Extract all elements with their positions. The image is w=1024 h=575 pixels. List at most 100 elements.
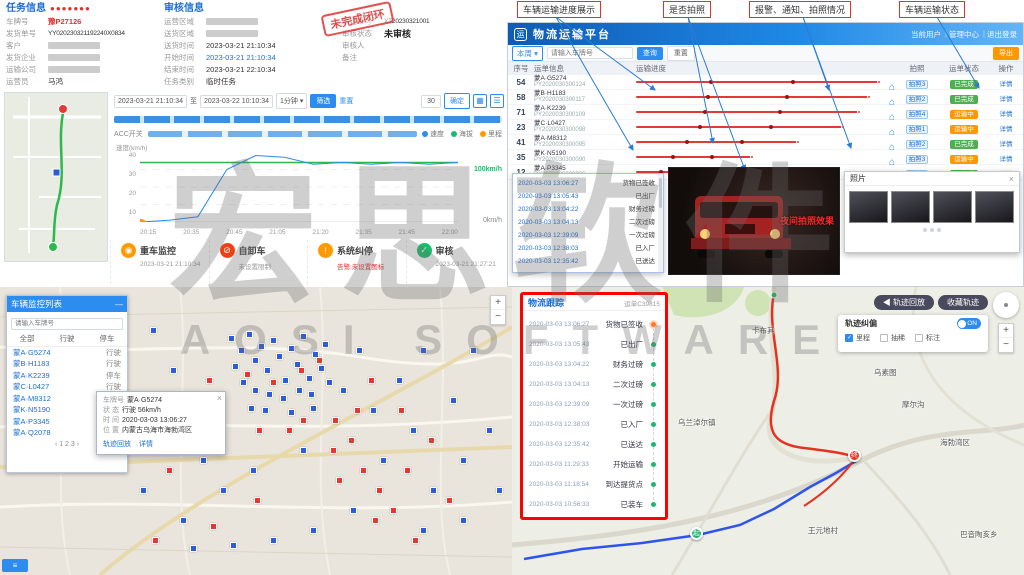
vehicle-marker[interactable] xyxy=(460,517,467,524)
vehicle-marker[interactable] xyxy=(282,377,289,384)
legend-item[interactable]: 里程 xyxy=(480,129,502,139)
detail-link[interactable]: 详情 xyxy=(1000,126,1013,133)
vehicle-marker[interactable] xyxy=(428,437,435,444)
vehicle-tab[interactable]: 停车 xyxy=(87,332,127,346)
option-checkbox[interactable]: 标注 xyxy=(915,333,940,343)
vehicle-marker[interactable] xyxy=(166,467,173,474)
vehicle-marker[interactable] xyxy=(276,353,283,360)
status-item[interactable]: ✓ 审核 2023-03-21 21:27:21 xyxy=(406,240,505,284)
route-end-marker[interactable]: 终 xyxy=(848,449,861,462)
vehicle-marker[interactable] xyxy=(230,542,237,549)
vehicle-plate-link[interactable]: 蒙A·M8312 xyxy=(13,394,51,404)
vehicle-marker[interactable] xyxy=(340,387,347,394)
vehicle-marker[interactable] xyxy=(300,417,307,424)
vehicle-marker[interactable] xyxy=(254,497,261,504)
timeline-entry[interactable]: 2020-03-03 13:05:43 已出厂 xyxy=(523,334,665,354)
vehicle-tab[interactable]: 行驶 xyxy=(47,332,87,346)
timeline-entry[interactable]: 2020-03-03 12:38:03 已入厂 xyxy=(523,414,665,434)
vehicle-marker[interactable] xyxy=(410,427,417,434)
photo-thumbnail[interactable] xyxy=(933,191,972,223)
detail-link[interactable]: 详情 xyxy=(1000,156,1013,163)
vehicle-marker[interactable] xyxy=(300,333,307,340)
tooltip-link[interactable]: 详情 xyxy=(139,439,153,449)
vehicle-marker[interactable] xyxy=(266,391,273,398)
timeline-entry[interactable]: 2020-03-03 11:29:33 开始运输 xyxy=(523,454,665,474)
detail-link[interactable]: 详情 xyxy=(1000,141,1013,148)
collapse-icon[interactable]: — xyxy=(115,300,123,309)
vehicle-marker[interactable] xyxy=(360,467,367,474)
photo-popup[interactable]: 照片 × xyxy=(844,171,1020,253)
vehicle-marker[interactable] xyxy=(140,487,147,494)
photo-thumbnail[interactable] xyxy=(849,191,888,223)
vehicle-marker[interactable] xyxy=(288,345,295,352)
scrollbar[interactable] xyxy=(658,174,663,272)
vehicle-marker[interactable] xyxy=(250,467,257,474)
photo-thumbnail[interactable] xyxy=(975,191,1014,223)
close-icon[interactable]: × xyxy=(1009,174,1014,184)
vehicle-marker[interactable] xyxy=(270,337,277,344)
vehicle-marker[interactable] xyxy=(390,507,397,514)
vehicle-marker[interactable] xyxy=(190,545,197,552)
vehicle-marker[interactable] xyxy=(326,379,333,386)
timeline-entry[interactable]: 2020-03-03 12:35:42 已送达 xyxy=(523,434,665,454)
status-item[interactable]: ⊘ 自卸车 未设置限制 xyxy=(209,240,308,284)
vehicle-marker[interactable] xyxy=(280,395,287,402)
playback-button[interactable]: ◀ 轨迹回放 xyxy=(874,295,934,310)
vehicle-marker[interactable] xyxy=(298,367,305,374)
vehicle-marker[interactable] xyxy=(486,427,493,434)
tooltip-link[interactable]: 轨迹回放 xyxy=(103,439,131,449)
vehicle-marker[interactable] xyxy=(496,487,503,494)
vehicle-row[interactable]: 蒙B·H1183 行驶 xyxy=(7,358,127,370)
vehicle-marker[interactable] xyxy=(348,437,355,444)
vehicle-marker[interactable] xyxy=(372,517,379,524)
status-item[interactable]: ! 系统纠停 告警:未设置图标 xyxy=(307,240,406,284)
vehicle-marker[interactable] xyxy=(306,375,313,382)
vehicle-marker[interactable] xyxy=(300,447,307,454)
vehicle-row[interactable]: 蒙A·K2239 停车 xyxy=(7,370,127,382)
vehicle-marker[interactable] xyxy=(200,457,207,464)
route-minimap[interactable] xyxy=(4,92,108,262)
reset-button[interactable]: 重置 xyxy=(667,46,695,61)
vehicle-marker[interactable] xyxy=(460,457,467,464)
vehicle-marker[interactable] xyxy=(252,357,259,364)
vehicle-marker[interactable] xyxy=(170,367,177,374)
vehicle-plate-link[interactable]: 蒙C·L0427 xyxy=(13,382,49,392)
vehicle-marker[interactable] xyxy=(368,377,375,384)
search-button[interactable]: 查询 xyxy=(637,47,663,60)
correction-toggle[interactable]: ON xyxy=(957,318,981,329)
photo-thumbnail[interactable] xyxy=(891,191,930,223)
reset-link[interactable]: 重置 xyxy=(339,96,353,106)
vehicle-plate-link[interactable]: 蒙A·K2239 xyxy=(13,371,50,381)
vehicle-marker[interactable] xyxy=(354,407,361,414)
vehicle-marker[interactable] xyxy=(248,405,255,412)
vehicle-plate-link[interactable]: 蒙A·P3345 xyxy=(13,417,50,427)
vehicle-marker[interactable] xyxy=(308,391,315,398)
export-button[interactable]: 导出 xyxy=(993,47,1019,60)
vehicle-marker[interactable] xyxy=(430,487,437,494)
vehicle-marker[interactable] xyxy=(420,527,427,534)
vehicle-row[interactable]: 蒙A·G5274 行驶 xyxy=(7,347,127,359)
favorite-track-button[interactable]: 收藏轨迹 xyxy=(938,295,988,310)
tracking-map[interactable]: 卡布其千里山镇摩尔沟海勃湾区王元地村巴音陶亥乡乌兰淖尔镇乌素图 起 终 物流跟踪… xyxy=(512,287,1024,575)
vehicle-marker[interactable] xyxy=(150,327,157,334)
close-icon[interactable]: × xyxy=(217,393,222,403)
list-view-icon[interactable]: ☰ xyxy=(490,94,504,108)
option-checkbox[interactable]: 里程 xyxy=(845,333,870,343)
tracking-log-popup[interactable]: 2020-03-03 13:06:27 货物已签收 2020-03-03 13:… xyxy=(512,173,664,273)
timeline-entry[interactable]: 2020-03-03 13:04:22 财务过磅 xyxy=(523,354,665,374)
vehicle-marker[interactable] xyxy=(264,367,271,374)
vehicle-search-input[interactable] xyxy=(11,318,123,330)
vehicle-marker[interactable] xyxy=(316,357,323,364)
vehicle-marker[interactable] xyxy=(398,407,405,414)
vehicle-marker[interactable] xyxy=(380,457,387,464)
chart-view-icon[interactable]: ▦ xyxy=(473,94,487,108)
end-time-input[interactable]: 2023-03-22 10:10:34 xyxy=(200,95,273,108)
vehicle-marker[interactable] xyxy=(228,335,235,342)
header-link[interactable]: 退出登录 xyxy=(987,29,1017,40)
option-checkbox[interactable]: 抽稀 xyxy=(880,333,905,343)
acc-segment-bar[interactable] xyxy=(148,131,417,137)
vehicle-marker[interactable] xyxy=(232,363,239,370)
timeline-entry[interactable]: 2020-03-03 13:06:27 货物已签收 xyxy=(523,314,665,334)
vehicle-marker[interactable] xyxy=(336,477,343,484)
pan-compass-control[interactable] xyxy=(993,292,1019,318)
